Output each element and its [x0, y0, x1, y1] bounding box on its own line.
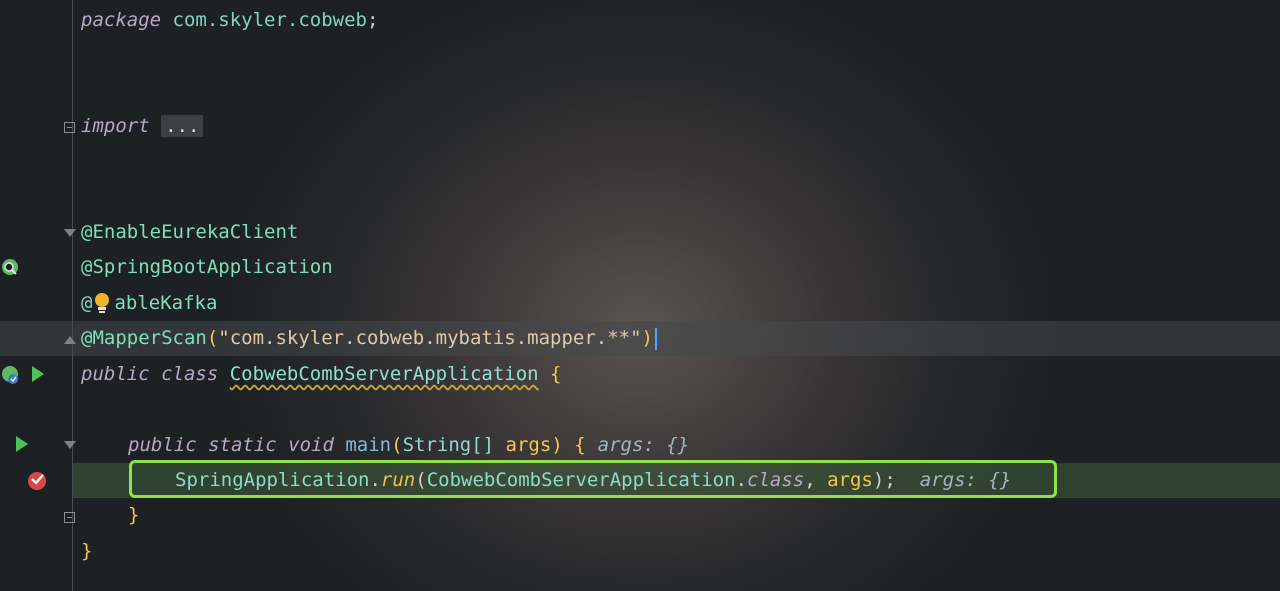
debug-inline-hint-main: args: {} — [597, 434, 690, 456]
keyword-package: package — [81, 9, 162, 31]
keyword-public-static-void: public static void — [128, 434, 334, 456]
spring-bean-icon[interactable] — [0, 364, 24, 386]
class-name[interactable]: CobwebCombServerApplication — [230, 363, 539, 385]
semicolon: ; — [367, 9, 379, 31]
paren-open: ( — [206, 327, 219, 349]
main-paren-close: ) — [551, 434, 563, 456]
run-gutter-icon[interactable] — [32, 366, 44, 382]
code-line-main-method[interactable]: public static void main(String[] args) {… — [128, 428, 689, 463]
annotation-mapper-scan-name: @MapperScan — [81, 327, 207, 349]
param-type-string-array: String[] — [402, 434, 495, 456]
fold-end-main[interactable] — [64, 512, 75, 523]
annotation-enable-eureka-client[interactable]: @EnableEurekaClient — [81, 215, 298, 250]
spring-bean-icon[interactable] — [0, 258, 22, 278]
mapper-scan-string: "com.skyler.cobweb.mybatis.mapper.**" — [218, 327, 642, 349]
code-line-class-declaration[interactable]: public class CobwebCombServerApplication… — [81, 357, 562, 392]
annotation-at: @ — [81, 292, 93, 314]
paren-close: ) — [641, 327, 653, 349]
fold-end-annotations[interactable] — [64, 336, 76, 344]
run-gutter-icon[interactable] — [16, 436, 28, 452]
main-paren-open: ( — [391, 434, 403, 456]
method-name-main[interactable]: main — [345, 434, 391, 456]
method-close-brace: } — [128, 504, 140, 526]
breakpoint-check-icon[interactable] — [26, 469, 48, 491]
import-fold-placeholder[interactable]: ... — [161, 115, 204, 137]
code-line-package[interactable]: package com.skyler.cobweb; — [81, 3, 378, 38]
fold-toggle-main[interactable] — [64, 441, 76, 449]
highlight-frame — [129, 460, 1057, 498]
code-line-import[interactable]: import ... — [81, 109, 204, 144]
annotation-name-rest: ableKafka — [114, 292, 218, 314]
keyword-import: import — [81, 115, 150, 137]
fold-toggle-import[interactable] — [64, 122, 75, 133]
main-open-brace: { — [574, 434, 586, 456]
class-close-brace: } — [81, 540, 93, 562]
annotation-enable-kafka[interactable]: @ ableKafka — [81, 286, 217, 321]
package-name: com.skyler.cobweb — [172, 9, 367, 31]
keyword-public-class: public class — [81, 363, 219, 385]
class-open-brace: { — [550, 363, 562, 385]
editor-gutter[interactable] — [0, 0, 76, 591]
text-caret — [655, 327, 657, 350]
fold-toggle-annotations[interactable] — [64, 229, 76, 237]
annotation-spring-boot-application[interactable]: @SpringBootApplication — [81, 250, 333, 285]
annotation-mapper-scan[interactable]: @MapperScan("com.skyler.cobweb.mybatis.m… — [81, 321, 657, 356]
param-name-args: args — [505, 434, 552, 456]
